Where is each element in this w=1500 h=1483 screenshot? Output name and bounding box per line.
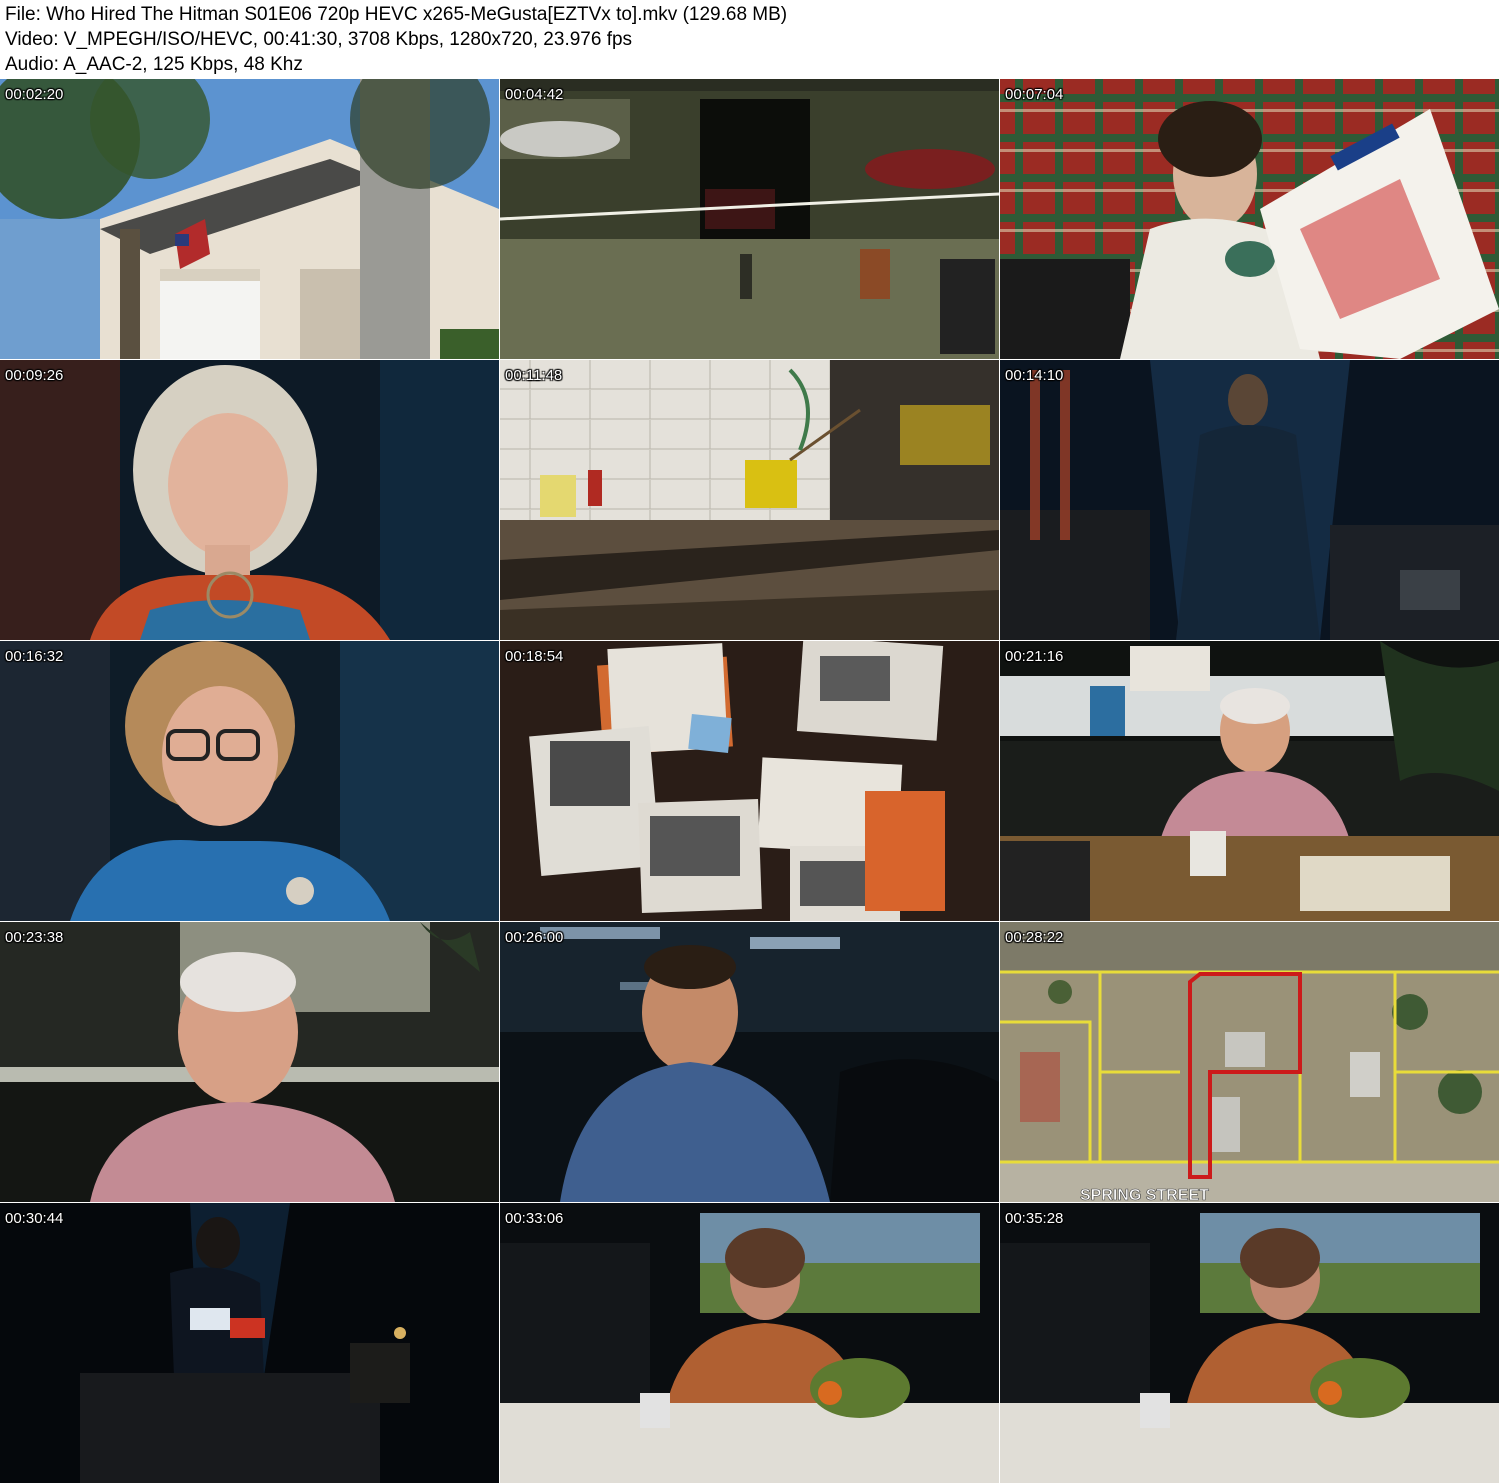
timestamp: 00:18:54 <box>505 648 564 665</box>
woman-interview-blonde-image <box>0 360 499 640</box>
man-in-spotlight-image <box>1000 360 1499 640</box>
thumbnail-12: SPRING STREET 00:28:22 <box>1000 922 1499 1202</box>
timestamp: 00:09:26 <box>5 367 64 384</box>
timestamp: 00:21:16 <box>1005 648 1064 665</box>
evidence-board-image <box>500 641 999 921</box>
thumbnail-grid: 00:02:20 00:04:42 00:07:04 00:09:26 00:1… <box>0 79 1500 1483</box>
person-reading-image <box>0 1203 499 1483</box>
woman-at-table-image <box>500 1203 999 1483</box>
timestamp: 00:04:42 <box>505 86 564 103</box>
woman-at-table-2-image <box>1000 1203 1499 1483</box>
thumbnail-11: 00:26:00 <box>500 922 999 1202</box>
thumbnail-9: 00:21:16 <box>1000 641 1499 921</box>
timestamp: 00:11:48 <box>505 367 563 384</box>
timestamp: 00:35:28 <box>1005 1210 1064 1227</box>
timestamp: 00:26:00 <box>505 929 564 946</box>
thumbnail-13: 00:30:44 <box>0 1203 499 1483</box>
thumbnail-3: 00:07:04 <box>1000 79 1499 359</box>
timestamp: 00:28:22 <box>1005 929 1064 946</box>
man-at-desk-image <box>1000 641 1499 921</box>
timestamp: 00:02:20 <box>5 86 64 103</box>
teen-on-couch-photo-image <box>1000 79 1499 359</box>
man-closeup-image <box>0 922 499 1202</box>
timestamp: 00:14:10 <box>1005 367 1064 384</box>
thumbnail-15: 00:35:28 <box>1000 1203 1499 1483</box>
timestamp: 00:07:04 <box>1005 86 1064 103</box>
man-plaid-shirt-image <box>500 922 999 1202</box>
thumbnail-4: 00:09:26 <box>0 360 499 640</box>
thumbnail-14: 00:33:06 <box>500 1203 999 1483</box>
timestamp: 00:23:38 <box>5 929 64 946</box>
timestamp: 00:30:44 <box>5 1210 64 1227</box>
thumbnail-5: 00:11:48 <box>500 360 999 640</box>
thumbnail-2: 00:04:42 <box>500 79 999 359</box>
thumbnail-8: 00:18:54 <box>500 641 999 921</box>
thumbnail-6: 00:14:10 <box>1000 360 1499 640</box>
thumbnail-10: 00:23:38 <box>0 922 499 1202</box>
timestamp: 00:33:06 <box>505 1210 564 1227</box>
aerial-map-image: SPRING STREET <box>1000 922 1499 1202</box>
file-name-line: File: Who Hired The Hitman S01E06 720p H… <box>5 4 788 25</box>
audio-info-line: Audio: A_AAC-2, 125 Kbps, 48 Khz <box>5 54 303 75</box>
wall-with-mop-bucket-image <box>500 360 999 640</box>
auto-garage-image <box>500 79 999 359</box>
house-with-flag-image <box>0 79 499 359</box>
file-info-header: File: Who Hired The Hitman S01E06 720p H… <box>0 0 1500 79</box>
woman-with-glasses-image <box>0 641 499 921</box>
thumbnail-7: 00:16:32 <box>0 641 499 921</box>
video-info-line: Video: V_MPEGH/ISO/HEVC, 00:41:30, 3708 … <box>5 29 633 50</box>
timestamp: 00:16:32 <box>5 648 64 665</box>
map-street-label: SPRING STREET <box>1080 1187 1209 1202</box>
thumbnail-1: 00:02:20 <box>0 79 499 359</box>
